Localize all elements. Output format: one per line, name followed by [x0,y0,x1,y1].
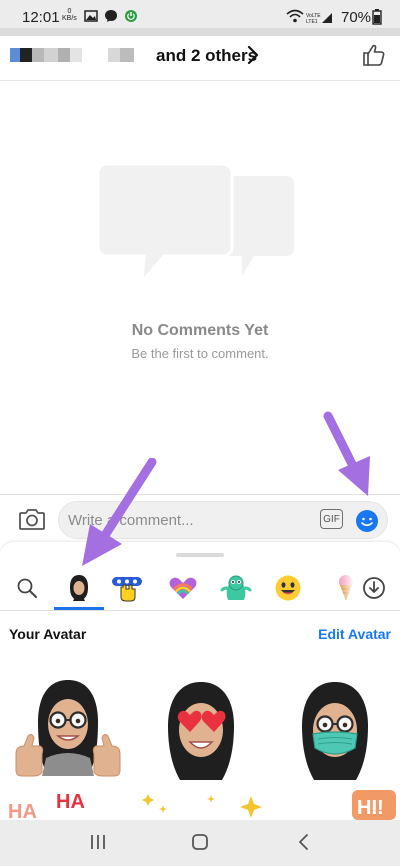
battery-percent: 70% [341,9,372,26]
power-icon [124,9,138,28]
tabs-fade [340,566,354,610]
annotation-arrow-left [76,457,158,577]
sheet-backdrop [0,28,400,36]
back-icon[interactable] [294,832,314,857]
like-icon[interactable] [362,43,386,72]
battery-icon [372,9,382,30]
header-title[interactable]: and 2 others [156,46,257,66]
messenger-icon [104,9,118,28]
heart-sticker-tab[interactable] [163,568,203,608]
edit-avatar-link[interactable]: Edit Avatar [318,626,391,642]
download-icon[interactable] [354,568,394,608]
comment-bubbles-illustration [94,150,300,291]
image-icon [84,9,98,28]
camera-icon[interactable] [18,506,46,537]
svg-text:LTE1: LTE1 [306,19,318,24]
home-icon[interactable] [190,832,210,857]
avatar-mask-sticker[interactable] [280,676,390,791]
empty-subtitle: Be the first to comment. [131,346,269,361]
empty-title: No Comments Yet [131,322,269,339]
avatar-thumbs-up-sticker[interactable] [12,676,124,791]
lte-indicator: VoLTE LTE1 [306,11,334,29]
recent-apps-icon[interactable] [88,832,108,857]
svg-text:HI!: HI! [357,797,384,819]
svg-text:HA: HA [56,791,85,813]
creature-sticker-tab[interactable] [216,568,256,608]
tabs-divider [0,610,400,611]
emoji-button[interactable] [355,509,379,538]
svg-text:HA: HA [8,801,37,820]
header-divider [0,80,400,81]
network-speed: 0 KB/s [62,8,77,22]
chevron-right-icon[interactable] [246,45,260,70]
section-title: Your Avatar [9,626,87,642]
status-time: 12:01 [22,9,60,26]
panel-drag-handle[interactable] [176,553,224,557]
gif-button[interactable]: GIF [320,509,343,529]
search-icon[interactable] [7,568,47,608]
app-screen: 12:01 0 KB/s VoLTE LTE1 70% and 2 others… [0,0,400,866]
avatar-heart-eyes-sticker[interactable] [146,676,256,791]
wifi-icon [286,9,304,28]
emoji-face-tab[interactable] [268,568,308,608]
annotation-arrow-right [322,410,378,505]
